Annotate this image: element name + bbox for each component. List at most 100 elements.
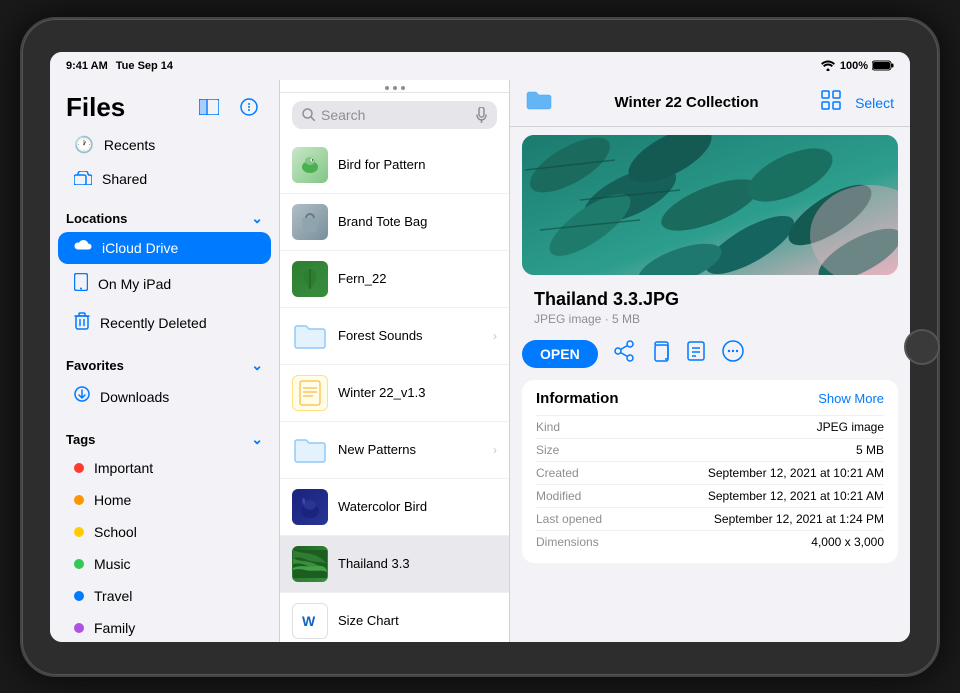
info-row-created: Created September 12, 2021 at 10:21 AM bbox=[536, 461, 884, 484]
info-value: September 12, 2021 at 10:21 AM bbox=[708, 466, 884, 480]
info-row-last-opened: Last opened September 12, 2021 at 1:24 P… bbox=[536, 507, 884, 530]
info-icon[interactable] bbox=[686, 340, 706, 368]
sidebar-item-downloads[interactable]: Downloads bbox=[58, 379, 271, 416]
locations-chevron[interactable]: ⌄ bbox=[251, 210, 263, 227]
file-thumbnail bbox=[292, 375, 328, 411]
file-name: Watercolor Bird bbox=[338, 499, 497, 514]
info-label: Created bbox=[536, 466, 579, 480]
ipad-icon bbox=[74, 273, 88, 296]
status-time: 9:41 AM bbox=[66, 60, 108, 72]
detail-header: Winter 22 Collection Select bbox=[510, 80, 910, 127]
tags-chevron[interactable]: ⌄ bbox=[251, 431, 263, 448]
dot3 bbox=[401, 86, 405, 90]
sidebar-item-label: Shared bbox=[102, 171, 147, 187]
file-browser-dots bbox=[280, 80, 509, 93]
battery-text: 100% bbox=[840, 60, 868, 72]
music-dot bbox=[74, 559, 84, 569]
sidebar-item-recents[interactable]: 🕐 Recents bbox=[58, 128, 271, 162]
file-chevron: › bbox=[493, 443, 497, 457]
more-action-icon[interactable] bbox=[722, 340, 744, 368]
open-button[interactable]: OPEN bbox=[522, 340, 598, 368]
file-thumbnail bbox=[292, 204, 328, 240]
status-bar: 9:41 AM Tue Sep 14 100% bbox=[50, 52, 910, 80]
sidebar-header: Files bbox=[50, 80, 279, 127]
share-icon[interactable] bbox=[614, 340, 634, 368]
list-item[interactable]: Forest Sounds › bbox=[280, 308, 509, 365]
sidebar-section-locations: Locations ⌄ bbox=[50, 196, 279, 231]
sidebar-tag-family[interactable]: Family bbox=[58, 613, 271, 642]
favorites-chevron[interactable]: ⌄ bbox=[251, 357, 263, 374]
show-more-button[interactable]: Show More bbox=[818, 391, 884, 406]
sidebar-section-tags: Tags ⌄ bbox=[50, 417, 279, 452]
search-icon bbox=[302, 108, 315, 121]
sidebar-section-favorites: Favorites ⌄ bbox=[50, 343, 279, 378]
file-title-section: Thailand 3.3.JPG JPEG image · 5 MB bbox=[510, 283, 910, 336]
info-header: Information Show More bbox=[536, 390, 884, 407]
school-dot bbox=[74, 527, 84, 537]
sidebar: Files 🕐 Recents bbox=[50, 80, 280, 642]
grid-view-icon[interactable] bbox=[821, 90, 841, 115]
info-label: Last opened bbox=[536, 512, 602, 526]
info-row-dimensions: Dimensions 4,000 x 3,000 bbox=[536, 530, 884, 553]
list-item[interactable]: W Size Chart bbox=[280, 593, 509, 642]
info-label: Modified bbox=[536, 489, 581, 503]
sidebar-tag-home[interactable]: Home bbox=[58, 485, 271, 515]
battery-icon bbox=[872, 60, 894, 71]
info-value: September 12, 2021 at 10:21 AM bbox=[708, 489, 884, 503]
info-row-size: Size 5 MB bbox=[536, 438, 884, 461]
list-item-selected[interactable]: Thailand 3.3 bbox=[280, 536, 509, 593]
file-chevron: › bbox=[493, 329, 497, 343]
sidebar-toggle-icon[interactable] bbox=[195, 93, 223, 121]
select-button[interactable]: Select bbox=[855, 95, 894, 111]
file-browser: Search Bird for Pattern bbox=[280, 80, 510, 642]
file-name: New Patterns bbox=[338, 442, 483, 457]
important-dot bbox=[74, 463, 84, 473]
detail-panel: Winter 22 Collection Select bbox=[510, 80, 910, 642]
shared-icon bbox=[74, 171, 92, 188]
file-name: Winter 22_v1.3 bbox=[338, 385, 497, 400]
sidebar-item-deleted[interactable]: Recently Deleted bbox=[58, 305, 271, 342]
recents-icon: 🕐 bbox=[74, 135, 94, 155]
file-thumbnail bbox=[292, 489, 328, 525]
sidebar-tag-music[interactable]: Music bbox=[58, 549, 271, 579]
list-item[interactable]: Winter 22_v1.3 bbox=[280, 365, 509, 422]
file-subtitle: JPEG image · 5 MB bbox=[534, 312, 886, 326]
trash-icon bbox=[74, 312, 90, 335]
more-options-icon[interactable] bbox=[235, 93, 263, 121]
sidebar-header-icons bbox=[195, 93, 263, 121]
search-bar[interactable]: Search bbox=[292, 101, 497, 129]
file-thumbnail bbox=[292, 546, 328, 582]
status-date: Tue Sep 14 bbox=[116, 60, 173, 72]
info-label: Size bbox=[536, 443, 559, 457]
mic-icon bbox=[476, 107, 487, 123]
info-label: Dimensions bbox=[536, 535, 599, 549]
sidebar-title: Files bbox=[66, 92, 125, 123]
info-label: Kind bbox=[536, 420, 560, 434]
sidebar-tag-important[interactable]: Important bbox=[58, 453, 271, 483]
sidebar-item-icloud[interactable]: iCloud Drive bbox=[58, 232, 271, 264]
sidebar-tag-travel[interactable]: Travel bbox=[58, 581, 271, 611]
info-value: 4,000 x 3,000 bbox=[811, 535, 884, 549]
list-item[interactable]: Bird for Pattern bbox=[280, 137, 509, 194]
info-value: September 12, 2021 at 1:24 PM bbox=[714, 512, 884, 526]
info-title: Information bbox=[536, 390, 619, 407]
file-thumbnail bbox=[292, 432, 328, 468]
list-item[interactable]: Brand Tote Bag bbox=[280, 194, 509, 251]
file-thumbnail bbox=[292, 147, 328, 183]
list-item[interactable]: Fern_22 bbox=[280, 251, 509, 308]
list-item[interactable]: Watercolor Bird bbox=[280, 479, 509, 536]
sidebar-item-label: Recents bbox=[104, 137, 155, 153]
sidebar-item-shared[interactable]: Shared bbox=[58, 164, 271, 195]
file-name: Forest Sounds bbox=[338, 328, 483, 343]
info-section: Information Show More Kind JPEG image Si… bbox=[522, 380, 898, 563]
preview-bg bbox=[522, 135, 898, 275]
dot1 bbox=[385, 86, 389, 90]
list-item[interactable]: New Patterns › bbox=[280, 422, 509, 479]
sidebar-tag-school[interactable]: School bbox=[58, 517, 271, 547]
wifi-icon bbox=[820, 60, 836, 71]
copy-icon[interactable] bbox=[650, 340, 670, 368]
home-button[interactable] bbox=[904, 329, 940, 365]
family-dot bbox=[74, 623, 84, 633]
sidebar-item-ipad[interactable]: On My iPad bbox=[58, 266, 271, 303]
icloud-icon bbox=[74, 239, 92, 257]
